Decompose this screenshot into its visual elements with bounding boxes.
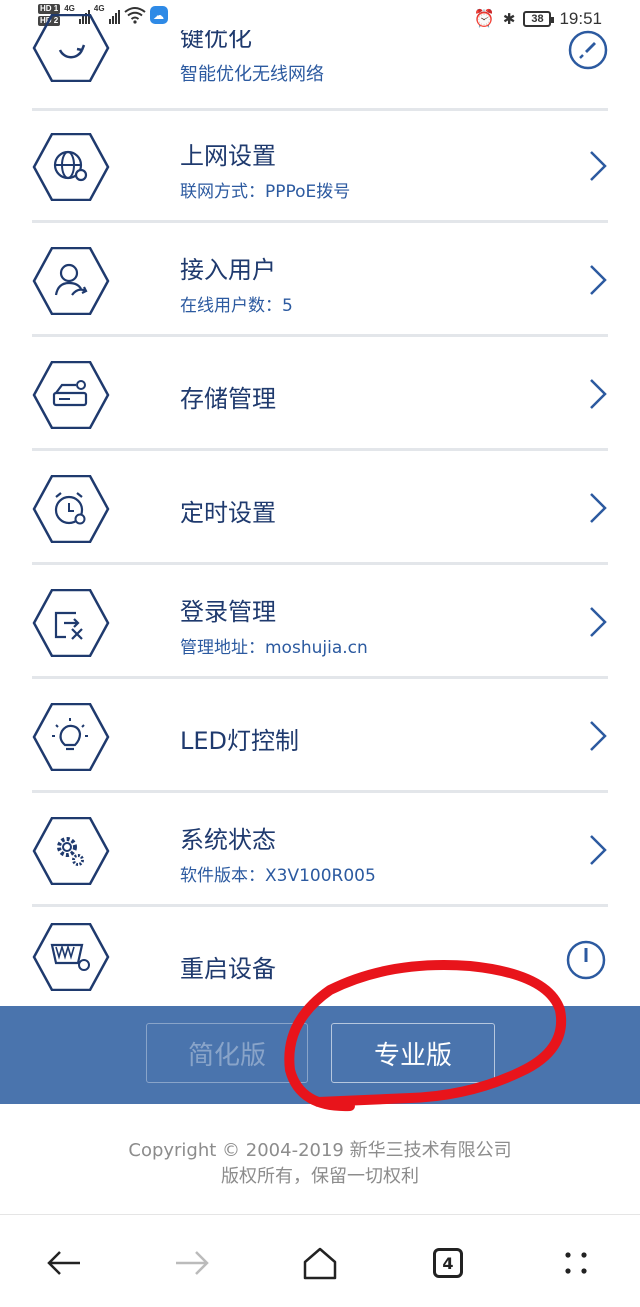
alarm-clock-icon [32,475,110,543]
login-icon [32,589,110,657]
chevron-right-icon [588,605,608,639]
back-button[interactable] [44,1243,84,1283]
chevron-right-icon [588,263,608,297]
browser-nav-bar: 4 [0,1214,640,1307]
tab-count: 4 [433,1248,463,1278]
menu-subtitle: 软件版本：X3V100R005 [180,866,376,886]
menu-title: 上网设置 [180,142,276,170]
home-button[interactable] [300,1243,340,1283]
simple-mode-button[interactable]: 简化版 [146,1023,308,1083]
chevron-right-icon [588,149,608,183]
tabs-button[interactable]: 4 [428,1243,468,1283]
divider [32,676,608,679]
menu-item-optimize[interactable]: 键优化 智能优化无线网络 [32,0,608,111]
menu-item-internet-settings[interactable]: 上网设置 联网方式：PPPoE拨号 [32,111,608,223]
chevron-right-icon [588,491,608,525]
restart-title: 重启设备 [180,955,276,983]
power-icon[interactable] [566,940,606,980]
menu-title: 定时设置 [180,499,276,527]
home-icon [303,1247,337,1280]
menu-button[interactable] [556,1243,596,1283]
more-dots-icon [565,1252,587,1274]
forward-button[interactable] [172,1243,212,1283]
user-icon [32,247,110,315]
gear-icon [32,817,110,885]
chevron-right-icon [588,719,608,753]
storage-icon [32,361,110,429]
arrow-right-icon [176,1251,209,1275]
menu-item-restart-device[interactable]: 重启设备 [32,907,608,1006]
divider [32,334,608,337]
rocket-icon[interactable] [568,30,608,70]
menu-subtitle: 在线用户数：5 [180,296,293,316]
divider [32,790,608,793]
divider [32,562,608,565]
arrow-left-icon [47,1251,80,1275]
menu-subtitle: 联网方式：PPPoE拨号 [180,182,351,202]
chevron-right-icon [588,833,608,867]
optimize-title: 键优化 [180,24,252,52]
copyright-text: Copyright © 2004-2019 新华三技术有限公司 [128,1140,512,1161]
mode-switch-bar: 简化版 专业版 [0,1006,640,1104]
menu-title: 登录管理 [180,598,276,626]
optimize-subtitle: 智能优化无线网络 [180,64,324,85]
menu-title: LED灯控制 [180,727,300,755]
menu-item-led-control[interactable]: LED灯控制 [32,681,608,793]
menu-title: 存储管理 [180,385,276,413]
menu-item-system-status[interactable]: 系统状态 软件版本：X3V100R005 [32,795,608,907]
rights-text: 版权所有，保留一切权利 [221,1166,419,1187]
menu-item-storage[interactable]: 存储管理 [32,339,608,451]
menu-title: 系统状态 [180,826,276,854]
menu-item-login-management[interactable]: 登录管理 管理地址：moshujia.cn [32,567,608,679]
pro-mode-button[interactable]: 专业版 [331,1023,495,1083]
restart-device-icon [32,923,110,991]
divider [32,220,608,223]
menu-title: 接入用户 [180,256,276,284]
menu-item-access-users[interactable]: 接入用户 在线用户数：5 [32,225,608,337]
optimize-icon [32,14,110,82]
menu-subtitle: 管理地址：moshujia.cn [180,638,368,658]
globe-gear-icon [32,133,110,201]
chevron-right-icon [588,377,608,411]
menu-item-schedule[interactable]: 定时设置 [32,453,608,565]
divider [32,448,608,451]
bulb-icon [32,703,110,771]
